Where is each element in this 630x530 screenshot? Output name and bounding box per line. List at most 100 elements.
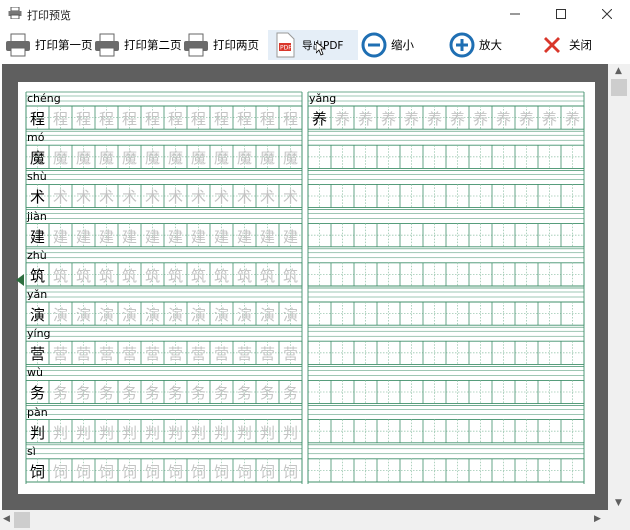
printer-icon bbox=[94, 32, 120, 58]
trace-character: 务 bbox=[282, 384, 298, 403]
zoom-out-icon bbox=[361, 32, 387, 58]
trace-character: 务 bbox=[236, 384, 252, 403]
trace-character: 筑 bbox=[282, 266, 298, 285]
pinyin-label: wù bbox=[27, 366, 43, 380]
horizontal-scroll-thumb[interactable] bbox=[14, 512, 30, 528]
trace-character: 程 bbox=[236, 110, 252, 128]
trace-character: 演 bbox=[167, 306, 183, 324]
trace-character: 务 bbox=[213, 384, 229, 403]
trace-character: 判 bbox=[282, 423, 298, 442]
model-character: 演 bbox=[29, 306, 45, 324]
horizontal-scrollbar[interactable]: ◀ ▶ bbox=[0, 510, 608, 530]
trace-character: 务 bbox=[190, 384, 206, 403]
scroll-down-icon[interactable]: ▼ bbox=[615, 498, 622, 508]
maximize-icon bbox=[556, 9, 566, 19]
trace-character: 魔 bbox=[282, 149, 298, 168]
trace-character: 程 bbox=[190, 110, 206, 128]
model-character: 筑 bbox=[29, 266, 45, 285]
trace-character: 营 bbox=[167, 345, 183, 364]
preview-viewport[interactable]: chéng 程程程程程程程程程程程程 mó 魔魔魔魔魔魔魔魔魔魔魔魔 shù 术术术术术术… bbox=[2, 64, 608, 510]
print-second-page-button[interactable]: 打印第二页 bbox=[94, 30, 182, 60]
scroll-right-icon[interactable]: ▶ bbox=[594, 514, 601, 524]
vertical-scrollbar[interactable]: ▲ ▼ bbox=[608, 64, 630, 510]
trace-character: 筑 bbox=[236, 266, 252, 285]
trace-character: 魔 bbox=[190, 149, 206, 168]
zoom-in-button[interactable]: 放大 bbox=[449, 30, 502, 60]
trace-character: 程 bbox=[213, 110, 229, 128]
printer-icon bbox=[5, 32, 31, 58]
trace-character: 魔 bbox=[98, 149, 114, 168]
trace-character: 筑 bbox=[98, 266, 114, 285]
minimize-button[interactable] bbox=[492, 0, 538, 28]
zoom-in-icon bbox=[449, 32, 475, 58]
trace-character: 营 bbox=[213, 345, 229, 364]
close-preview-label: 关闭 bbox=[569, 38, 592, 52]
model-character: 术 bbox=[29, 188, 45, 207]
trace-character: 筑 bbox=[259, 266, 275, 285]
trace-character: 养 bbox=[380, 110, 396, 128]
vertical-scroll-thumb[interactable] bbox=[611, 79, 627, 96]
trace-character: 养 bbox=[518, 110, 534, 128]
trace-character: 魔 bbox=[167, 149, 183, 168]
trace-character: 筑 bbox=[167, 266, 183, 285]
pdf-icon: PDF bbox=[272, 32, 298, 58]
trace-character: 程 bbox=[167, 110, 183, 128]
title-bar: 打印预览 bbox=[0, 0, 630, 28]
trace-character: 营 bbox=[121, 345, 137, 364]
trace-character: 判 bbox=[167, 423, 183, 442]
export-pdf-button[interactable]: PDF 导出PDF bbox=[268, 30, 358, 60]
print-first-page-label: 打印第一页 bbox=[35, 38, 93, 52]
trace-character: 养 bbox=[541, 110, 557, 128]
pinyin-label: jiàn bbox=[27, 209, 47, 223]
model-character: 饲 bbox=[29, 462, 45, 481]
trace-character: 建 bbox=[52, 227, 68, 246]
model-character: 务 bbox=[29, 384, 45, 403]
trace-character: 养 bbox=[564, 110, 580, 128]
trace-character: 判 bbox=[121, 423, 137, 442]
close-window-button[interactable] bbox=[584, 0, 630, 28]
trace-character: 演 bbox=[282, 306, 298, 324]
trace-character: 术 bbox=[282, 188, 298, 207]
trace-character: 判 bbox=[259, 423, 275, 442]
minimize-icon bbox=[510, 13, 520, 15]
print-first-page-button[interactable]: 打印第一页 bbox=[5, 30, 93, 60]
zoom-out-button[interactable]: 缩小 bbox=[361, 30, 414, 60]
trace-character: 演 bbox=[213, 306, 229, 324]
trace-character: 务 bbox=[121, 384, 137, 403]
close-preview-button[interactable]: 关闭 bbox=[539, 30, 592, 60]
pinyin-label: mó bbox=[27, 131, 45, 145]
trace-character: 魔 bbox=[213, 149, 229, 168]
trace-character: 筑 bbox=[121, 266, 137, 285]
trace-character: 养 bbox=[449, 110, 465, 128]
trace-character: 建 bbox=[236, 227, 252, 246]
trace-character: 判 bbox=[144, 423, 160, 442]
scroll-left-icon[interactable]: ◀ bbox=[3, 514, 10, 524]
page-marker-icon bbox=[16, 274, 24, 286]
trace-character: 判 bbox=[52, 423, 68, 442]
trace-character: 建 bbox=[75, 227, 91, 246]
trace-character: 建 bbox=[259, 227, 275, 246]
trace-character: 筑 bbox=[144, 266, 160, 285]
trace-character: 建 bbox=[213, 227, 229, 246]
scroll-up-icon[interactable]: ▲ bbox=[615, 66, 622, 76]
print-both-pages-button[interactable]: 打印两页 bbox=[183, 30, 259, 60]
trace-character: 饲 bbox=[190, 462, 206, 481]
maximize-button[interactable] bbox=[538, 0, 584, 28]
trace-character: 筑 bbox=[213, 266, 229, 285]
mouse-cursor-icon bbox=[316, 42, 326, 56]
trace-character: 饲 bbox=[259, 462, 275, 481]
trace-character: 术 bbox=[213, 188, 229, 207]
trace-character: 饲 bbox=[121, 462, 137, 481]
trace-character: 营 bbox=[52, 345, 68, 364]
trace-character: 程 bbox=[282, 110, 298, 128]
trace-character: 术 bbox=[98, 188, 114, 207]
trace-character: 程 bbox=[52, 110, 68, 128]
trace-character: 术 bbox=[190, 188, 206, 207]
trace-character: 程 bbox=[144, 110, 160, 128]
trace-character: 魔 bbox=[144, 149, 160, 168]
trace-character: 饲 bbox=[52, 462, 68, 481]
model-character: 养 bbox=[311, 110, 327, 128]
trace-character: 判 bbox=[75, 423, 91, 442]
pinyin-label: pàn bbox=[27, 405, 48, 419]
trace-character: 术 bbox=[75, 188, 91, 207]
